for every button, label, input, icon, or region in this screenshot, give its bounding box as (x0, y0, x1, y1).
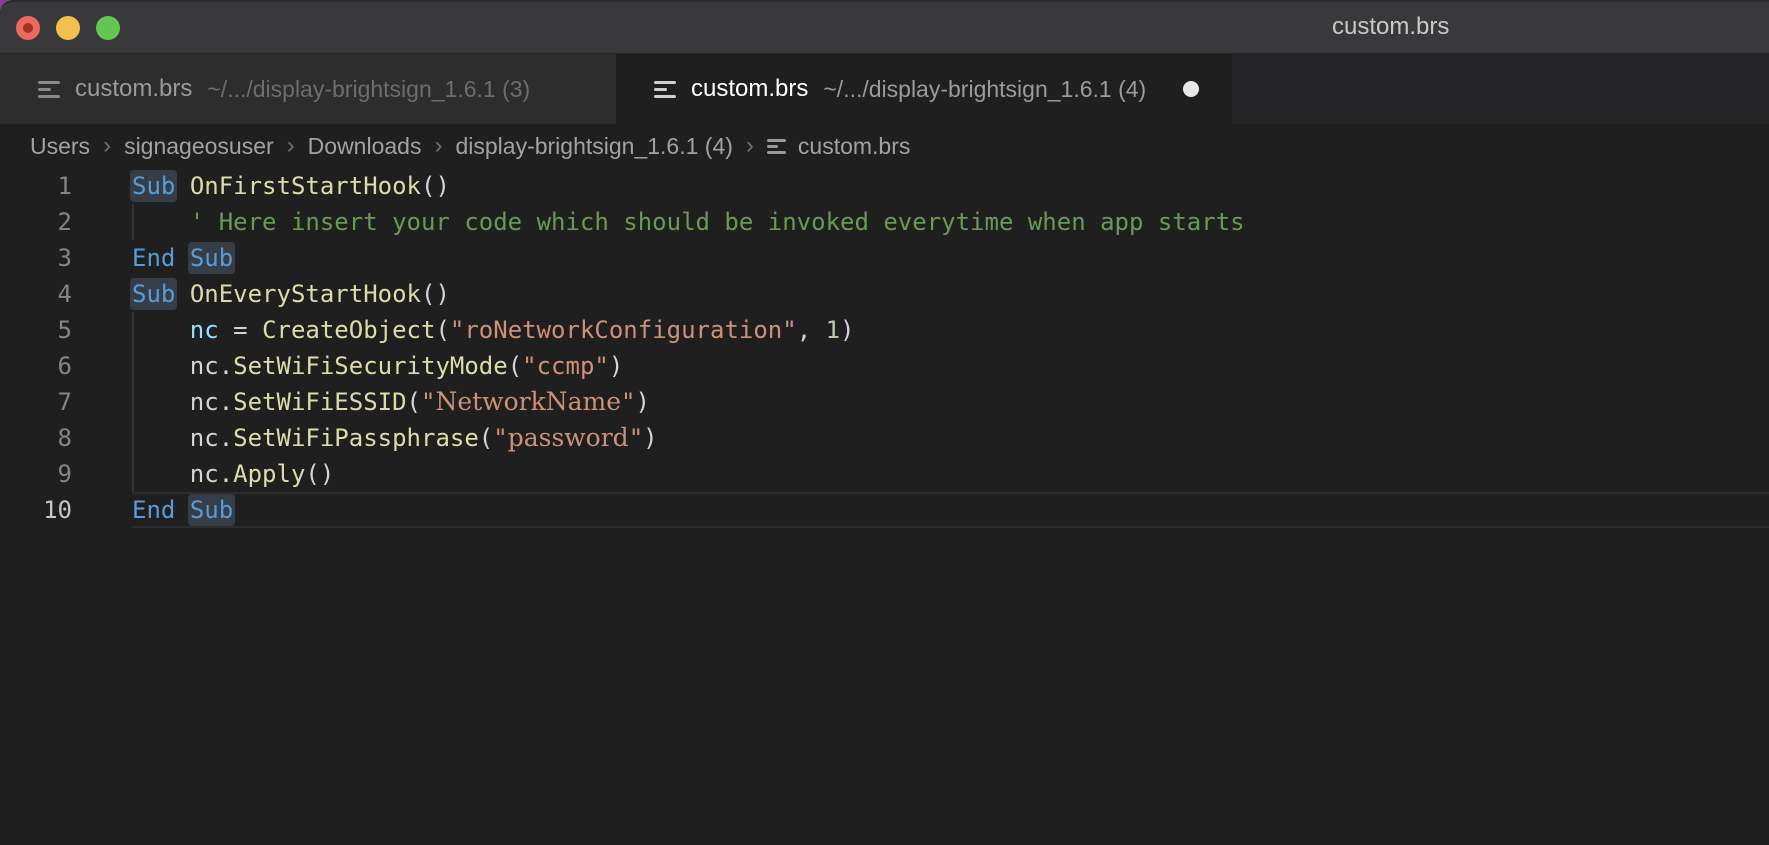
indent-guide (132, 348, 134, 384)
tab-path: ~/.../display-brightsign_1.6.1 (3) (207, 76, 530, 103)
tab-bar: custom.brs ~/.../display-brightsign_1.6.… (0, 54, 1769, 124)
line-number: 7 (0, 384, 72, 420)
code-editor[interactable]: 1Sub OnFirstStartHook()2 ' Here insert y… (0, 168, 1769, 528)
code-line[interactable]: 8 nc.SetWiFiPassphrase("password") (0, 420, 1769, 456)
code-line[interactable]: 4 Sub OnEveryStartHook() (0, 276, 1769, 312)
window-title: custom.brs (1332, 2, 1449, 54)
code-text: Sub OnEveryStartHook() (132, 276, 1769, 312)
code-line[interactable]: 6 nc.SetWiFiSecurityMode("ccmp") (0, 348, 1769, 384)
code-line[interactable]: 9 nc.Apply() (0, 456, 1769, 492)
line-number: 1 (0, 168, 72, 204)
file-icon (38, 81, 60, 98)
chevron-right-icon: › (746, 132, 754, 160)
editor-window: custom.brs custom.brs ~/.../display-brig… (0, 0, 1769, 845)
code-text: End Sub (132, 492, 1769, 528)
line-number: 10 (0, 492, 72, 528)
tab-custom-brs-3[interactable]: custom.brs ~/.../display-brightsign_1.6.… (0, 54, 616, 124)
modified-indicator-icon[interactable] (1183, 81, 1199, 97)
breadcrumb-item[interactable]: signageosuser (124, 133, 274, 160)
line-number: 3 (0, 240, 72, 276)
line-number: 9 (0, 456, 72, 492)
code-text: Sub OnFirstStartHook() (132, 168, 1769, 204)
code-line[interactable]: 1 Sub OnFirstStartHook() (0, 168, 1769, 204)
breadcrumb-file[interactable]: custom.brs (798, 133, 910, 160)
chevron-right-icon: › (287, 132, 295, 160)
indent-guide (132, 420, 134, 456)
unsaved-dot-icon (23, 23, 33, 33)
window-titlebar: custom.brs (0, 2, 1769, 54)
tab-label: custom.brs (75, 75, 192, 103)
tab-path: ~/.../display-brightsign_1.6.1 (4) (823, 76, 1146, 103)
indent-guide (132, 204, 134, 240)
line-number: 6 (0, 348, 72, 384)
minimize-button[interactable] (56, 16, 80, 40)
indent-guide (132, 312, 134, 348)
code-text: nc.SetWiFiESSID("NetworkName") (132, 384, 1769, 420)
breadcrumb-item[interactable]: Users (30, 133, 90, 160)
tab-label: custom.brs (691, 75, 808, 103)
code-line[interactable]: 10 End Sub (0, 492, 1769, 528)
code-line[interactable]: 5 nc = CreateObject("roNetworkConfigurat… (0, 312, 1769, 348)
line-number: 8 (0, 420, 72, 456)
tab-custom-brs-4[interactable]: custom.brs ~/.../display-brightsign_1.6.… (616, 54, 1232, 124)
line-number: 5 (0, 312, 72, 348)
code-line[interactable]: 2 ' Here insert your code which should b… (0, 204, 1769, 240)
line-number: 4 (0, 276, 72, 312)
close-button[interactable] (16, 16, 40, 40)
breadcrumb: Users › signageosuser › Downloads › display-br… (0, 124, 1769, 168)
code-text: ' Here insert your code which should be … (132, 204, 1769, 240)
breadcrumb-item[interactable]: display-brightsign_1.6.1 (4) (455, 133, 732, 160)
code-line[interactable]: 7 nc.SetWiFiESSID("NetworkName") (0, 384, 1769, 420)
chevron-right-icon: › (434, 132, 442, 160)
file-icon (767, 139, 786, 154)
traffic-lights (0, 16, 120, 40)
line-number: 2 (0, 204, 72, 240)
code-text: nc.Apply() (132, 456, 1769, 492)
maximize-button[interactable] (96, 16, 120, 40)
code-text: End Sub (132, 240, 1769, 276)
code-line[interactable]: 3 End Sub (0, 240, 1769, 276)
code-text: nc.SetWiFiSecurityMode("ccmp") (132, 348, 1769, 384)
indent-guide (132, 384, 134, 420)
file-icon (654, 81, 676, 98)
code-text: nc = CreateObject("roNetworkConfiguratio… (132, 312, 1769, 348)
indent-guide (132, 456, 134, 492)
code-text: nc.SetWiFiPassphrase("password") (132, 420, 1769, 456)
breadcrumb-item[interactable]: Downloads (308, 133, 422, 160)
chevron-right-icon: › (103, 132, 111, 160)
